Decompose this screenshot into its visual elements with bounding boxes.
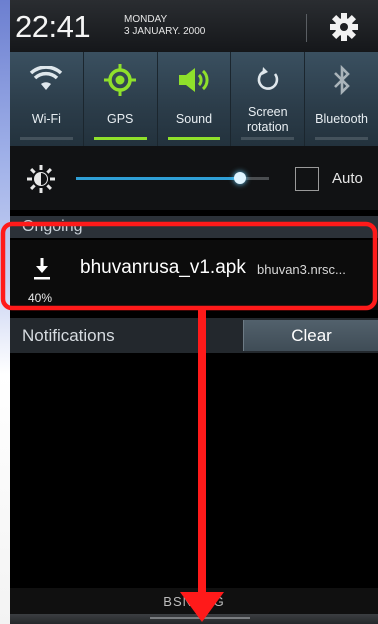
toggle-bluetooth-label: Bluetooth xyxy=(315,112,368,126)
wifi-icon xyxy=(30,66,63,90)
auto-brightness-label: Auto xyxy=(332,170,363,187)
ongoing-section-header: Ongoing xyxy=(10,216,378,238)
notifications-title: Notifications xyxy=(22,326,115,345)
download-subtitle: bhuvan3.nrsc... xyxy=(257,262,346,277)
download-notification[interactable]: 40% bhuvanrusa_v1.apk bhuvan3.nrsc... xyxy=(10,240,378,310)
toggle-sound[interactable]: Sound xyxy=(158,52,232,146)
clear-button[interactable]: Clear xyxy=(243,320,378,351)
brightness-icon xyxy=(26,164,56,198)
settings-button[interactable] xyxy=(322,10,366,44)
quick-settings-panel: Wi-Fi GPS Sound Screen rotation Bluetoot… xyxy=(10,52,378,146)
download-progress: 40% xyxy=(28,291,53,305)
clock: 22:41 xyxy=(15,9,91,44)
toggle-wifi-indicator xyxy=(20,137,73,140)
brightness-slider-fill xyxy=(76,177,241,180)
rotation-icon xyxy=(257,67,278,90)
toggle-gps-label: GPS xyxy=(106,112,134,126)
toggle-bluetooth-indicator xyxy=(315,137,368,140)
brightness-slider-thumb[interactable] xyxy=(234,172,247,184)
toggle-wifi-label: Wi-Fi xyxy=(31,112,61,126)
toggle-sound-label: Sound xyxy=(175,112,213,126)
carrier-label: BSNL 3G xyxy=(163,594,225,609)
brightness-row: Auto xyxy=(10,146,378,210)
toggle-bluetooth[interactable]: Bluetooth xyxy=(305,52,378,146)
toggle-screen-rotation-label: Screen rotation xyxy=(246,105,289,134)
download-title: bhuvanrusa_v1.apk xyxy=(80,257,246,278)
auto-brightness-checkbox[interactable] xyxy=(295,167,319,191)
toggle-gps[interactable]: GPS xyxy=(84,52,158,146)
toggle-sound-indicator xyxy=(167,137,221,140)
drag-handle-grip xyxy=(150,617,250,619)
status-header: 22:41 MONDAY 3 JANUARY. 2000 xyxy=(10,0,378,52)
date: 3 JANUARY. 2000 xyxy=(124,26,206,37)
gps-icon xyxy=(104,64,137,96)
wallpaper-edge xyxy=(0,0,10,624)
header-divider xyxy=(306,14,307,42)
gear-icon xyxy=(330,13,358,41)
toggle-gps-indicator xyxy=(93,137,147,140)
speaker-icon xyxy=(178,68,209,92)
toggle-screen-rotation-indicator xyxy=(241,137,295,140)
day-name: MONDAY xyxy=(124,14,168,25)
toggle-screen-rotation[interactable]: Screen rotation xyxy=(231,52,306,146)
carrier-bar: BSNL 3G xyxy=(10,588,378,614)
download-icon xyxy=(32,256,52,286)
notifications-header: Notifications Clear xyxy=(10,318,378,353)
toggle-wifi[interactable]: Wi-Fi xyxy=(10,52,84,146)
bluetooth-icon xyxy=(333,65,350,95)
ongoing-header-label: Ongoing xyxy=(22,218,83,235)
drag-handle[interactable] xyxy=(10,614,378,624)
